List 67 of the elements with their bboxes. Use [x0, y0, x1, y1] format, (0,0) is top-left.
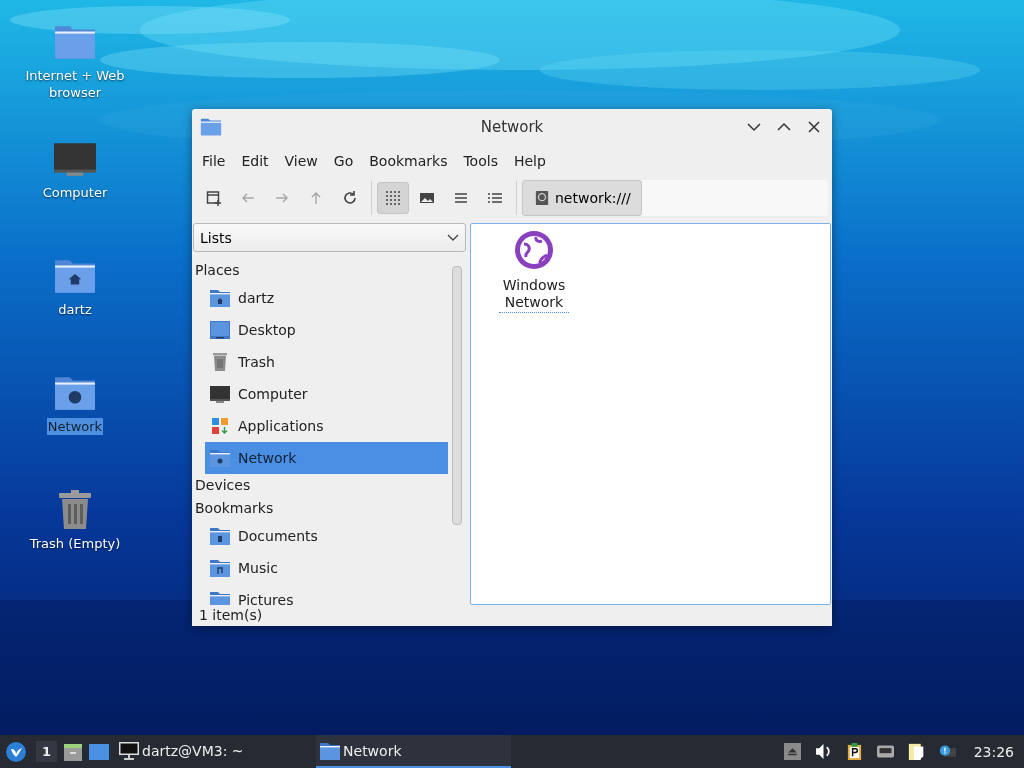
notes-icon[interactable] [907, 743, 925, 760]
task-button[interactable]: Network [316, 735, 512, 768]
file-cabinet-icon[interactable] [63, 741, 84, 762]
icon-label[interactable]: Network [46, 418, 104, 435]
folder-icon [210, 449, 230, 467]
place-item[interactable]: Music [205, 552, 448, 584]
place-item[interactable]: Documents [205, 520, 448, 552]
folder-icon [200, 116, 222, 137]
close-icon[interactable] [806, 118, 822, 135]
scrollbar[interactable] [452, 266, 462, 525]
eject-icon[interactable] [783, 743, 801, 760]
image-icon [419, 190, 435, 206]
location-bar[interactable]: network:/// [522, 180, 828, 216]
apps-icon [210, 417, 230, 435]
desktop-icon [210, 321, 230, 339]
status-text: 1 item(s) [198, 606, 264, 625]
list-icon [453, 190, 469, 206]
menu-item[interactable]: File [194, 152, 234, 169]
caret-icon [447, 233, 459, 242]
clipboard-icon[interactable] [845, 743, 863, 760]
reload-icon [342, 190, 358, 206]
folder-icon [210, 559, 230, 577]
place-item[interactable]: Applications [205, 410, 448, 442]
trash-icon [210, 353, 230, 371]
application-menu-icon[interactable] [6, 741, 26, 762]
menu-item[interactable]: View [276, 152, 326, 169]
place-item[interactable]: Desktop [205, 314, 448, 346]
place-item[interactable]: Network [205, 442, 448, 474]
folder-icon [320, 741, 341, 760]
workspace-button[interactable]: 1 [36, 741, 58, 762]
icon-label[interactable]: Trash (Empty) [28, 535, 122, 552]
place-item[interactable]: Trash [205, 346, 448, 378]
icon-label[interactable]: Computer [41, 184, 109, 201]
window-title: Network [480, 117, 544, 136]
grid-icon [385, 190, 401, 206]
globe-icon[interactable] [514, 230, 554, 270]
menu-item[interactable]: Help [505, 152, 554, 169]
folder-icon [210, 527, 230, 545]
monitor-icon [210, 385, 230, 403]
file-label[interactable]: Windows Network [499, 277, 569, 313]
place-item[interactable]: Pictures [205, 584, 448, 605]
side-pane-mode-dropdown[interactable]: Lists [193, 223, 466, 252]
menu-item[interactable]: Go [325, 152, 362, 169]
network-drive-icon [535, 190, 549, 206]
folder-icon [210, 591, 230, 605]
desktop-icon[interactable] [89, 741, 110, 762]
folder-icon [210, 289, 230, 307]
location-text: network:/// [555, 190, 631, 206]
location-path[interactable]: network:/// [522, 180, 642, 216]
section-heading: Places [194, 261, 241, 280]
place-item[interactable]: dartz [205, 282, 448, 314]
icons-view-button[interactable] [377, 182, 409, 214]
task-button[interactable]: dartz@VM3: ~ [115, 735, 311, 768]
speaker-icon[interactable] [814, 743, 832, 760]
network-port-icon[interactable] [876, 743, 894, 760]
monitor-icon [119, 741, 140, 760]
update-notification-icon[interactable] [938, 743, 956, 760]
new-tab-icon [206, 190, 222, 206]
list-icon [487, 190, 503, 206]
menu-item[interactable]: Tools [455, 152, 506, 169]
menu-item[interactable]: Bookmarks [361, 152, 456, 169]
menu-item[interactable]: Edit [233, 152, 277, 169]
section-heading: Bookmarks [194, 499, 275, 518]
clock[interactable]: 23:26 [973, 743, 1014, 760]
section-heading: Devices [194, 476, 252, 495]
icon-label[interactable]: dartz [57, 301, 93, 318]
place-item[interactable]: Computer [205, 378, 448, 410]
